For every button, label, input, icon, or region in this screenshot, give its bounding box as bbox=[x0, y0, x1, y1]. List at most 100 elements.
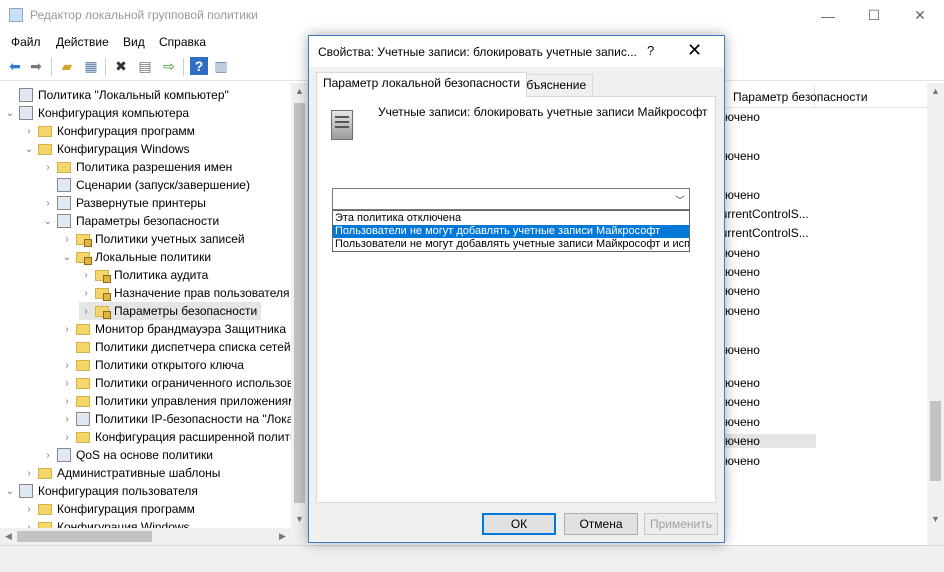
tree-item[interactable]: › Политики управления приложениями bbox=[60, 392, 303, 410]
tree-item[interactable]: › Конфигурация расширенной политики bbox=[60, 428, 306, 446]
expanded-chevron-icon[interactable]: ⌄ bbox=[41, 216, 55, 227]
menu-view[interactable]: Вид bbox=[123, 35, 145, 49]
tree-item[interactable]: › Политика аудита bbox=[79, 266, 208, 284]
delete-icon[interactable]: ✖ bbox=[112, 57, 130, 75]
expanded-chevron-icon[interactable]: ⌄ bbox=[22, 144, 36, 155]
tree-item[interactable]: › Административные шаблоны bbox=[22, 464, 220, 482]
dialog-close-button[interactable]: ✕ bbox=[687, 40, 702, 61]
collapsed-chevron-icon[interactable]: › bbox=[60, 378, 74, 389]
tree-item[interactable]: ⌄ Конфигурация компьютера bbox=[3, 104, 189, 122]
locked-folder-icon bbox=[76, 251, 92, 265]
collapsed-chevron-icon[interactable]: › bbox=[60, 432, 74, 443]
dialog-help-button[interactable]: ? bbox=[647, 43, 654, 58]
collapsed-chevron-icon[interactable]: › bbox=[79, 288, 93, 299]
collapsed-chevron-icon[interactable]: › bbox=[41, 162, 55, 173]
tree-item[interactable]: Политика "Локальный компьютер" bbox=[3, 86, 229, 104]
option-policy-disabled[interactable]: Эта политика отключена bbox=[333, 212, 689, 225]
tree-item-label: Политики управления приложениями bbox=[95, 394, 304, 408]
cancel-button[interactable]: Отмена bbox=[564, 513, 638, 535]
collapsed-chevron-icon[interactable]: › bbox=[41, 450, 55, 461]
collapsed-chevron-icon[interactable]: › bbox=[41, 198, 55, 209]
folder-icon bbox=[38, 503, 52, 515]
scroll-up-arrow-icon[interactable]: ▲ bbox=[291, 83, 308, 100]
collapsed-chevron-icon[interactable]: › bbox=[60, 414, 74, 425]
scroll-down-arrow-icon[interactable]: ▼ bbox=[927, 511, 944, 528]
close-button[interactable]: ✕ bbox=[897, 0, 943, 31]
tree-item[interactable]: › Развернутые принтеры bbox=[41, 194, 206, 212]
details-vertical-scrollbar[interactable]: ▲ ▼ bbox=[927, 83, 944, 545]
scroll-thumb[interactable] bbox=[294, 103, 305, 503]
help-icon[interactable]: ? bbox=[190, 57, 208, 75]
tree-item[interactable]: › Политики ограниченного использования bbox=[60, 374, 306, 392]
properties-icon[interactable]: ▤ bbox=[136, 57, 154, 75]
tree-item[interactable]: › Политики IP-безопасности на "Локальный bbox=[60, 410, 306, 428]
menu-help[interactable]: Справка bbox=[159, 35, 206, 49]
scroll-thumb[interactable] bbox=[17, 531, 152, 542]
tree-item-label: Конфигурация Windows bbox=[57, 142, 190, 156]
apply-button[interactable]: Применить bbox=[644, 513, 718, 535]
tree-item-label: Политики диспетчера списка сетей bbox=[95, 340, 291, 354]
setting-value[interactable]: lurrentControlS... bbox=[718, 226, 809, 240]
scroll-up-arrow-icon[interactable]: ▲ bbox=[927, 83, 944, 100]
show-hide-tree-icon[interactable]: ▦ bbox=[82, 57, 100, 75]
collapsed-chevron-icon[interactable]: › bbox=[79, 306, 93, 317]
setting-value[interactable]: lurrentControlS... bbox=[718, 207, 809, 221]
column-header-label: Параметр безопасности bbox=[733, 90, 868, 104]
tree-item[interactable]: ⌄ Конфигурация пользователя bbox=[3, 482, 198, 500]
collapsed-chevron-icon[interactable]: › bbox=[60, 360, 74, 371]
tree-item[interactable]: › Политики учетных записей bbox=[60, 230, 245, 248]
scroll-thumb[interactable] bbox=[930, 401, 941, 481]
scroll-down-arrow-icon[interactable]: ▼ bbox=[291, 511, 308, 528]
policy-value-select[interactable]: ﹀ bbox=[332, 188, 690, 210]
expanded-chevron-icon[interactable]: ⌄ bbox=[3, 108, 17, 119]
up-folder-icon[interactable]: ▰ bbox=[58, 57, 76, 75]
tree-item[interactable]: › Политика разрешения имен bbox=[41, 158, 232, 176]
tree-item[interactable]: › Монитор брандмауэра Защитника bbox=[60, 320, 286, 338]
option-cannot-add-accounts[interactable]: Пользователи не могут добавлять учетные … bbox=[333, 225, 689, 238]
folder-icon bbox=[76, 341, 90, 353]
collapsed-chevron-icon[interactable]: › bbox=[22, 504, 36, 515]
tree-item[interactable]: › Параметры безопасности bbox=[79, 302, 262, 320]
expanded-chevron-icon[interactable]: ⌄ bbox=[60, 252, 74, 263]
tree-item-label: Политика разрешения имен bbox=[76, 160, 233, 174]
minimize-button[interactable]: — bbox=[805, 0, 851, 31]
option-cannot-add-or-log-on[interactable]: Пользователи не могут добавлять учетные … bbox=[333, 238, 689, 251]
tree-vertical-scrollbar[interactable]: ▲ ▼ bbox=[291, 83, 308, 545]
collapsed-chevron-icon[interactable]: › bbox=[60, 234, 74, 245]
collapsed-chevron-icon[interactable]: › bbox=[79, 270, 93, 281]
tree-item[interactable]: › Политики открытого ключа bbox=[60, 356, 244, 374]
tree-item[interactable]: › Конфигурация программ bbox=[22, 122, 195, 140]
tree-item-label: Параметры безопасности bbox=[76, 214, 220, 228]
tree-horizontal-scrollbar[interactable]: ◀ ▶ bbox=[0, 528, 291, 545]
tree-item[interactable]: ⌄ Конфигурация Windows bbox=[22, 140, 190, 158]
tree-item[interactable]: Политики диспетчера списка сетей bbox=[60, 338, 291, 356]
column-header-security-setting[interactable]: Параметр безопасности bbox=[718, 85, 944, 108]
menu-file[interactable]: Файл bbox=[11, 35, 41, 49]
tree-item[interactable]: Сценарии (запуск/завершение) bbox=[41, 176, 250, 194]
tree-item[interactable]: › Назначение прав пользователя bbox=[79, 284, 290, 302]
tree-item-label: Развернутые принтеры bbox=[76, 196, 206, 210]
tree-item[interactable]: › QoS на основе политики bbox=[41, 446, 213, 464]
maximize-button[interactable]: ☐ bbox=[851, 0, 897, 31]
collapsed-chevron-icon[interactable]: › bbox=[60, 396, 74, 407]
tree-item[interactable]: ⌄ Параметры безопасности bbox=[41, 212, 219, 230]
back-arrow-icon[interactable]: ⬅ bbox=[6, 57, 24, 75]
chevron-down-icon[interactable]: ﹀ bbox=[675, 192, 685, 207]
scroll-left-arrow-icon[interactable]: ◀ bbox=[0, 528, 17, 545]
collapsed-chevron-icon[interactable]: › bbox=[60, 324, 74, 335]
export-list-icon[interactable]: ⇨ bbox=[160, 57, 178, 75]
collapsed-chevron-icon[interactable]: › bbox=[22, 468, 36, 479]
scroll-right-arrow-icon[interactable]: ▶ bbox=[274, 528, 291, 545]
tree-item[interactable]: › Конфигурация программ bbox=[22, 500, 195, 518]
collapsed-chevron-icon[interactable]: › bbox=[22, 126, 36, 137]
menu-action[interactable]: Действие bbox=[56, 35, 109, 49]
setting-value[interactable]: лючено bbox=[718, 434, 816, 448]
ok-button[interactable]: ОК bbox=[482, 513, 556, 535]
tab-local-security-setting[interactable]: Параметр локальной безопасности bbox=[316, 72, 528, 97]
tree-item[interactable]: ⌄ Локальные политики bbox=[60, 248, 211, 266]
forward-arrow-icon[interactable]: ➡ bbox=[27, 57, 45, 75]
expanded-chevron-icon[interactable]: ⌄ bbox=[3, 486, 17, 497]
ipsec-icon bbox=[76, 412, 90, 426]
extended-view-icon[interactable]: ▥ bbox=[212, 57, 230, 75]
locked-folder-icon bbox=[95, 305, 111, 319]
